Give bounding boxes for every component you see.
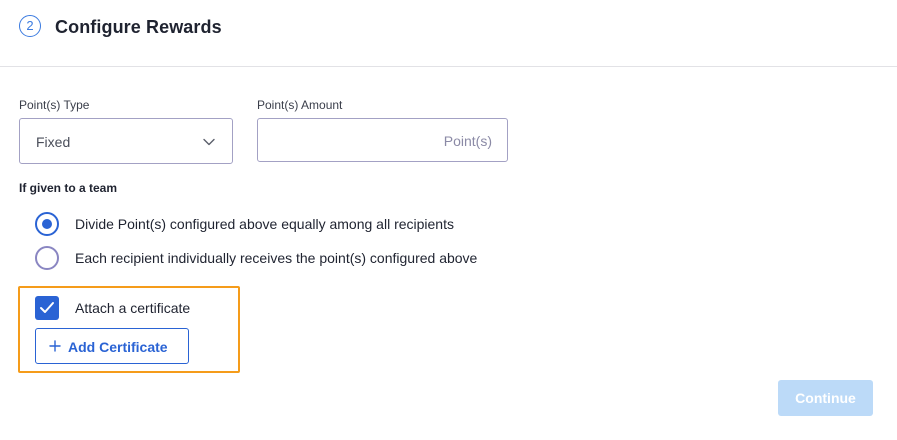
section-header: 2 Configure Rewards xyxy=(0,0,897,67)
attach-certificate-label: Attach a certificate xyxy=(75,300,191,316)
chevron-down-icon xyxy=(203,138,215,146)
points-type-selected-value: Fixed xyxy=(36,134,71,150)
points-amount-label: Point(s) Amount xyxy=(257,98,343,112)
points-unit-suffix: Point(s) xyxy=(443,133,492,149)
plus-icon xyxy=(49,340,61,352)
add-certificate-button[interactable]: Add Certificate xyxy=(35,328,189,364)
radio-button-unchecked[interactable] xyxy=(35,246,59,270)
continue-button[interactable]: Continue xyxy=(778,380,873,416)
radio-button-checked[interactable] xyxy=(35,212,59,236)
radio-label-divide-equally: Divide Point(s) configured above equally… xyxy=(75,216,454,232)
attach-certificate-checkbox[interactable] xyxy=(35,296,59,320)
radio-label-individual: Each recipient individually receives the… xyxy=(75,250,478,266)
checkmark-icon xyxy=(40,302,54,313)
points-amount-field[interactable]: Point(s) xyxy=(257,118,508,162)
section-title: Configure Rewards xyxy=(55,17,222,37)
configure-rewards-page: 2 Configure Rewards Point(s) Type Fixed … xyxy=(0,0,897,440)
add-certificate-button-label: Add Certificate xyxy=(68,339,168,355)
team-distribution-heading: If given to a team xyxy=(19,181,118,195)
points-type-label: Point(s) Type xyxy=(19,98,90,112)
step-number-badge: 2 xyxy=(19,15,41,37)
points-type-select[interactable]: Fixed xyxy=(19,118,233,164)
